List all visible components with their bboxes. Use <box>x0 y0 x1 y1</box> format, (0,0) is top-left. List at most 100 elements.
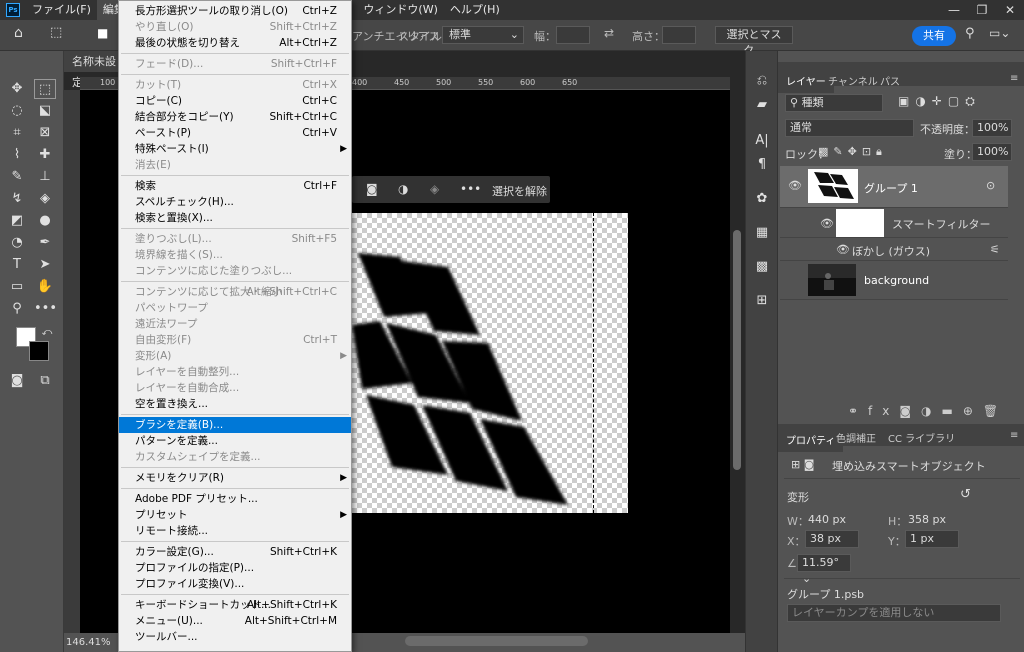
rect-marquee-tool-icon[interactable]: ⬚ <box>34 79 56 99</box>
angle-input[interactable]: 11.59° ⌄ <box>797 554 851 585</box>
menu-item[interactable]: キーボードショートカット... Alt+Shift+Ctrl+K <box>119 597 351 613</box>
crop-tool-icon[interactable]: ⌗ <box>6 123 28 143</box>
eraser-tool-icon[interactable]: ◈ <box>34 189 56 209</box>
lasso-tool-icon[interactable]: ◌ <box>6 101 28 121</box>
eyedropper-tool-icon[interactable]: ⌇ <box>6 145 28 165</box>
fill-input[interactable]: 100% <box>972 143 1012 161</box>
menu-item[interactable]: メモリをクリア(R) ▶ <box>119 470 351 486</box>
menu-item[interactable]: スペルチェック(H)... <box>119 194 351 210</box>
tab-properties[interactable]: プロパティ <box>778 427 844 452</box>
reset-icon[interactable]: ↺ <box>960 487 971 502</box>
menu-item[interactable]: カラー設定(G)... Shift+Ctrl+K <box>119 544 351 560</box>
stamp-tool-icon[interactable]: ⊥ <box>34 167 56 187</box>
menu-10[interactable]: ウィンドウ(W) <box>357 0 443 20</box>
panel-menu-icon[interactable]: ≡ <box>1010 430 1018 441</box>
healing-tool-icon[interactable]: ✚ <box>34 145 56 165</box>
menu-item[interactable]: 最後の状態を切り替え Alt+Ctrl+Z <box>119 35 351 51</box>
menu-item[interactable]: Adobe PDF プリセット... <box>119 491 351 507</box>
eye-icon[interactable]: 👁︎ <box>788 179 802 192</box>
document-tab[interactable]: 名称未設定 <box>64 51 124 89</box>
layer-filter-select[interactable]: ⚲ 種類 <box>785 94 883 112</box>
marquee-tool-icon[interactable]: ⬚ <box>50 25 62 40</box>
hand-tool-icon[interactable]: ✋ <box>34 277 56 297</box>
zoom-level[interactable]: 146.41% <box>66 637 111 648</box>
more-tools-icon[interactable]: ••• <box>34 299 57 319</box>
mask-icon[interactable]: ◙ <box>366 182 378 196</box>
filter-options-icon[interactable]: ⚟ <box>990 243 1000 256</box>
menu-item[interactable]: リモート接続... <box>119 523 351 539</box>
tab-cc-libraries[interactable]: CC ライブラリ <box>888 430 955 445</box>
blur-tool-icon[interactable]: ● <box>34 211 56 231</box>
layer-row-background[interactable]: background <box>780 260 1008 300</box>
h-value[interactable]: 358 px <box>908 513 946 526</box>
fill-icon[interactable]: ◈ <box>430 182 439 196</box>
select-mask-button[interactable]: 選択とマスク... <box>715 26 793 57</box>
history-panel-icon[interactable]: ⎌ <box>751 71 773 91</box>
layer-actions-bar[interactable]: ⚭fx◙◑▬⊕🗑︎ <box>848 404 1008 418</box>
eye-icon[interactable]: 👁︎ <box>836 243 850 256</box>
menu-11[interactable]: ヘルプ(H) <box>444 0 506 20</box>
style-select[interactable]: 標準 ⌄ <box>442 26 524 44</box>
brush-tool-icon[interactable]: ✎ <box>6 167 28 187</box>
home-icon[interactable]: ⌂ <box>14 25 23 41</box>
opacity-input[interactable]: 100% <box>972 119 1012 137</box>
search-icon[interactable]: ⚲ <box>965 26 975 41</box>
share-button[interactable]: 共有 <box>912 26 956 46</box>
menu-item[interactable]: 結合部分をコピー(Y) Shift+Ctrl+C <box>119 109 351 125</box>
pattern-panel-icon[interactable]: ▩ <box>751 257 773 277</box>
tab-adjustments[interactable]: 色調補正 <box>836 430 876 445</box>
layer-row-gaussian-blur[interactable]: 👁︎ ぼかし (ガウス) ⚟ <box>780 240 1008 260</box>
path-select-icon[interactable]: ➤ <box>34 255 56 275</box>
background-color-swatch[interactable] <box>29 341 49 361</box>
y-input[interactable]: 1 px <box>905 530 959 548</box>
grid-panel-icon[interactable]: ⊞ <box>751 291 773 311</box>
layer-filter-icons[interactable]: ▣◑✛▢⛭ <box>898 94 981 109</box>
swap-icon[interactable]: ⇄ <box>604 26 614 40</box>
minimize-icon[interactable]: — <box>940 3 968 17</box>
menu-item[interactable]: ツールバー... <box>119 629 351 645</box>
menu-item[interactable]: コピー(C) Ctrl+C <box>119 93 351 109</box>
type-tool-icon[interactable]: T <box>6 255 28 275</box>
eye-icon[interactable]: 👁︎ <box>820 217 834 230</box>
menu-item[interactable]: 検索 Ctrl+F <box>119 178 351 194</box>
rectangle-tool-icon[interactable]: ▭ <box>6 277 28 297</box>
comment-panel-icon[interactable]: ▰ <box>751 95 773 115</box>
character-panel-icon[interactable]: A| <box>751 131 773 151</box>
pen-tool-icon[interactable]: ✒ <box>34 233 56 253</box>
width-input[interactable] <box>556 26 590 44</box>
menu-item[interactable]: プロファイルの指定(P)... <box>119 560 351 576</box>
layer-row-smart-filter[interactable]: 👁︎ スマートフィルター <box>780 208 1008 238</box>
menu-item[interactable]: ブラシを定義(B)... <box>119 417 351 433</box>
swap-colors-icon[interactable]: ⤺ <box>36 323 58 343</box>
gradient-panel-icon[interactable]: ▦ <box>751 223 773 243</box>
layer-row-group1[interactable]: 👁︎ グループ 1 ⊙ <box>780 166 1008 208</box>
menu-item[interactable]: ペースト(P) Ctrl+V <box>119 125 351 141</box>
object-select-tool-icon[interactable]: ⬕ <box>34 101 56 121</box>
menu-item[interactable]: 検索と置換(X)... <box>119 210 351 226</box>
screen-mode-icon[interactable]: ⧉ <box>34 371 56 391</box>
lock-icons[interactable]: ▩✎✥⊡🔒︎ <box>818 145 887 159</box>
height-input[interactable] <box>662 26 696 44</box>
swatches-panel-icon[interactable]: ✿ <box>751 189 773 209</box>
menu-item[interactable]: 空を置き換え... <box>119 396 351 412</box>
dodge-tool-icon[interactable]: ◔ <box>6 233 28 253</box>
tab-layers[interactable]: レイヤー <box>778 68 834 93</box>
zoom-tool-icon[interactable]: ⚲ <box>6 299 28 319</box>
move-tool-icon[interactable]: ✥ <box>6 79 28 99</box>
menu-item[interactable]: パターンを定義... <box>119 433 351 449</box>
vertical-scrollbar[interactable] <box>733 230 741 470</box>
quick-mask-icon[interactable]: ◙ <box>6 371 28 391</box>
menu-item[interactable]: プロファイル変換(V)... <box>119 576 351 592</box>
menu-item[interactable]: 特殊ペースト(I) ▶ <box>119 141 351 157</box>
horizontal-scrollbar[interactable] <box>405 636 588 646</box>
paint-bucket-icon[interactable]: ◩ <box>6 211 28 231</box>
menu-item[interactable]: プリセット ▶ <box>119 507 351 523</box>
menu-0[interactable]: ファイル(F) <box>26 0 97 20</box>
deselect-button[interactable]: 選択を解除 <box>492 183 547 199</box>
menu-item[interactable]: メニュー(U)... Alt+Shift+Ctrl+M <box>119 613 351 629</box>
x-input[interactable]: 38 px <box>805 530 859 548</box>
tab-paths[interactable]: パス <box>880 73 900 88</box>
blend-mode-select[interactable]: 通常 <box>785 119 914 137</box>
menu-item[interactable]: 長方形選択ツールの取り消し(O) Ctrl+Z <box>119 3 351 19</box>
more-options-icon[interactable]: ••• <box>460 182 481 196</box>
